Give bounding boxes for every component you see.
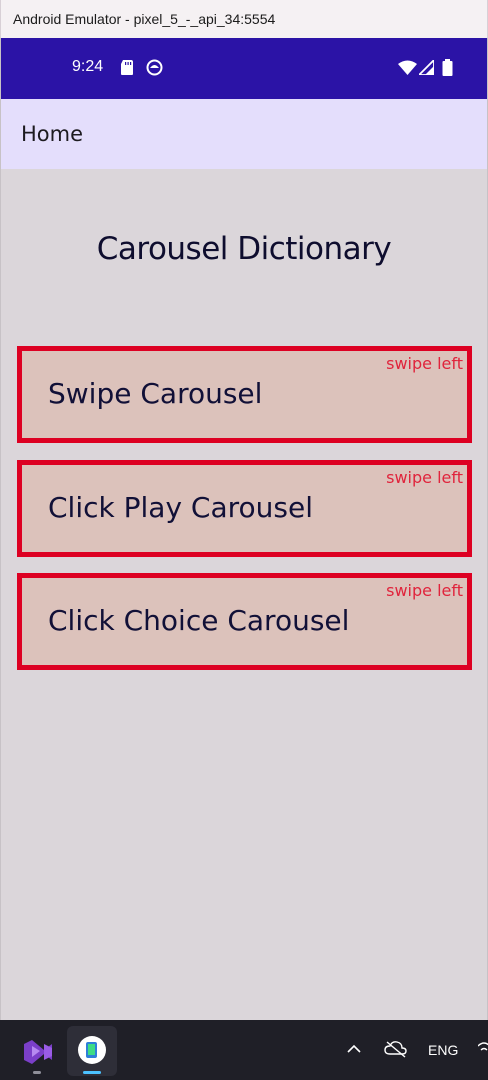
card-label: Swipe Carousel bbox=[48, 377, 263, 410]
battery-icon bbox=[442, 59, 453, 76]
wifi-icon bbox=[398, 60, 417, 75]
card-label: Click Play Carousel bbox=[48, 491, 313, 524]
language-indicator[interactable]: ENG bbox=[428, 1042, 458, 1058]
visual-studio-icon bbox=[24, 1040, 52, 1064]
card-click-play-carousel[interactable]: swipe left Click Play Carousel bbox=[17, 460, 472, 557]
taskbar-android-emulator-button[interactable] bbox=[67, 1026, 117, 1076]
device-screen: 9:24 Home Carousel Dictionary swipe left… bbox=[0, 38, 488, 1020]
android-emulator-icon bbox=[78, 1036, 106, 1064]
page-content: Carousel Dictionary swipe left Swipe Car… bbox=[1, 169, 487, 1020]
chevron-up-icon[interactable] bbox=[346, 1042, 362, 1056]
sd-card-icon bbox=[121, 60, 133, 75]
card-label: Click Choice Carousel bbox=[48, 604, 350, 637]
taskbar: ENG bbox=[0, 1020, 488, 1080]
app-bar: Home bbox=[1, 99, 487, 169]
app-bar-title: Home bbox=[21, 122, 84, 146]
card-hint: swipe left bbox=[386, 468, 463, 487]
card-swipe-carousel[interactable]: swipe left Swipe Carousel bbox=[17, 346, 472, 443]
card-hint: swipe left bbox=[386, 581, 463, 600]
page-title: Carousel Dictionary bbox=[96, 231, 392, 267]
window-title: Android Emulator - pixel_5_-_api_34:5554 bbox=[13, 11, 276, 27]
taskbar-visual-studio-button[interactable] bbox=[12, 1026, 62, 1076]
taskbar-indicator bbox=[83, 1071, 101, 1074]
card-hint: swipe left bbox=[386, 354, 463, 373]
app-notification-icon bbox=[146, 59, 163, 76]
window-titlebar: Android Emulator - pixel_5_-_api_34:5554 bbox=[0, 0, 488, 38]
card-click-choice-carousel[interactable]: swipe left Click Choice Carousel bbox=[17, 573, 472, 670]
status-time: 9:24 bbox=[72, 58, 104, 75]
wifi-tray-icon[interactable] bbox=[478, 1040, 488, 1058]
signal-icon bbox=[419, 60, 434, 75]
taskbar-indicator bbox=[33, 1071, 41, 1074]
status-bar: 9:24 bbox=[1, 38, 487, 99]
cloud-offline-icon[interactable] bbox=[384, 1039, 408, 1059]
